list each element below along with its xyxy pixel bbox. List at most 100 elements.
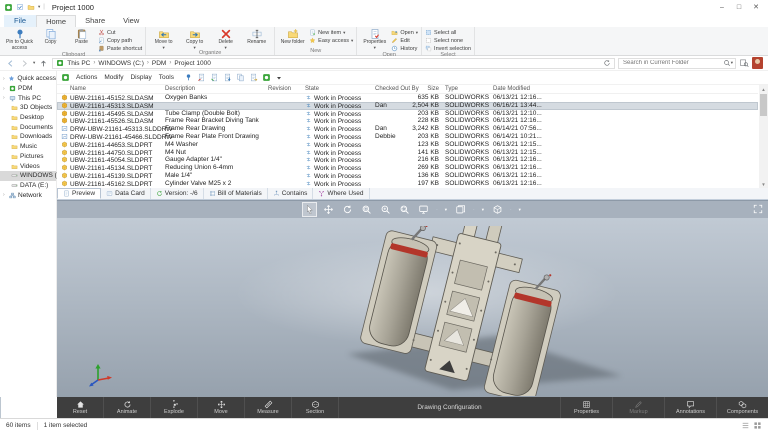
tab-home[interactable]: Home <box>36 15 77 27</box>
refresh-icon[interactable] <box>603 59 611 67</box>
pin-to-quick-access-button[interactable]: Pin to Quick access <box>5 28 34 51</box>
display-mode-tool-button[interactable] <box>417 203 430 216</box>
table-row[interactable]: UBW-21161-44750.SLDPRT M4 Nut Work in Proc… <box>57 149 758 157</box>
table-row[interactable]: UBW-21161-45313.SLDASM Work in Process Dan… <box>57 101 758 110</box>
tab-version-6[interactable]: Version: -/6 <box>151 188 204 199</box>
column-header-date-modified[interactable]: Date Modified <box>493 86 530 92</box>
rename-button[interactable]: Rename <box>242 28 271 46</box>
table-row[interactable]: UBW-21161-45139.SLDPRT Male 1/4" Work in P… <box>57 172 758 180</box>
thumbnail-view-icon[interactable] <box>753 421 762 430</box>
animate-button[interactable]: Animate <box>104 397 151 418</box>
appearance-tool-button[interactable] <box>454 203 467 216</box>
tool-caret-icon[interactable]: ▾ <box>518 207 522 213</box>
maximize-button[interactable]: □ <box>731 1 747 13</box>
search-icon[interactable] <box>723 59 731 67</box>
paste-button[interactable]: Paste <box>67 28 96 46</box>
close-button[interactable]: ✕ <box>748 1 764 13</box>
column-header-size[interactable]: Size <box>427 86 439 92</box>
table-row[interactable]: UBW-21161-45162.SLDPRT Cylinder Valve M25… <box>57 180 758 188</box>
pdm-overflow-caret-icon[interactable] <box>275 74 283 82</box>
sidebar-item-pdm[interactable]: › PDM <box>0 84 56 94</box>
select-tool-button[interactable] <box>302 202 318 217</box>
details-view-icon[interactable] <box>741 421 750 430</box>
pdm-menu-tools[interactable]: Tools <box>158 74 175 81</box>
table-row[interactable]: UBW-21161-45152.SLDASM Oxygen Banks Work i… <box>57 94 758 102</box>
sidebar-item-documents[interactable]: Documents <box>0 122 56 132</box>
doc-move-button[interactable] <box>249 73 258 82</box>
tool-caret-icon[interactable]: ▾ <box>481 207 485 213</box>
minimize-button[interactable]: – <box>714 1 730 13</box>
chevron-icon[interactable]: › <box>3 95 7 101</box>
pdm-menu-display[interactable]: Display <box>129 74 152 81</box>
column-header-description[interactable]: Description <box>165 86 195 92</box>
file-tab[interactable]: File <box>4 15 37 27</box>
table-row[interactable]: UBW-21161-45526.SLDASM Frame Rear Bracket… <box>57 117 758 125</box>
sidebar-item-quick-access[interactable]: › Quick access <box>0 74 56 84</box>
scroll-up-icon[interactable]: ▲ <box>759 85 768 93</box>
column-header-revision[interactable]: Revision <box>268 86 291 92</box>
up-icon[interactable] <box>38 58 49 69</box>
tab-preview[interactable]: Preview <box>57 188 102 199</box>
table-row[interactable]: DRW-UBW-21161-45313.SLDDRW Frame Rear Dra… <box>57 125 758 133</box>
search-options-icon[interactable] <box>739 58 749 68</box>
sidebar-item-3d-objects[interactable]: 3D Objects <box>0 103 56 113</box>
sidebar-item-pictures[interactable]: Pictures <box>0 152 56 162</box>
move-to-button[interactable]: Move to ▾ <box>149 28 178 50</box>
address-field[interactable]: This PC › WINDOWS (C:) › PDM › Project 1000 <box>52 57 615 69</box>
chevron-icon[interactable]: › <box>3 86 7 92</box>
section-button[interactable]: Section <box>292 397 339 418</box>
search-caret-icon[interactable]: ▾ <box>731 60 733 65</box>
table-row[interactable]: UBW-21161-44653.SLDPRT M4 Washer Work in P… <box>57 141 758 149</box>
table-row[interactable]: UBW-21161-45134.SLDPRT Reducing Union 6-4… <box>57 164 758 172</box>
scroll-down-icon[interactable]: ▼ <box>759 180 768 188</box>
new-item-button[interactable]: New item ▾ <box>309 29 353 36</box>
breadcrumb-item-this-pc[interactable]: This PC <box>67 60 90 67</box>
pdm-menu-modify[interactable]: Modify <box>103 74 124 81</box>
tab-share[interactable]: Share <box>76 15 114 27</box>
sidebar-item-windows-c[interactable]: WINDOWS (C:) <box>0 170 66 181</box>
table-row[interactable]: DRW-UBW-21161-45466.SLDDRW Frame Rear Pla… <box>57 133 758 141</box>
preview-viewport[interactable] <box>57 218 768 397</box>
fullscreen-icon[interactable] <box>753 204 763 214</box>
zoom-area-tool-button[interactable] <box>398 203 411 216</box>
table-row[interactable]: UBW-21161-45054.SLDPRT Gauge Adapter 1/4"… <box>57 156 758 164</box>
qat-customize-caret-icon[interactable]: ▾ <box>38 4 40 9</box>
breadcrumb-item-project-1000[interactable]: Project 1000 <box>174 60 211 67</box>
copy-to-button[interactable]: Copy to ▾ <box>180 28 209 50</box>
tab-bill-of-materials[interactable]: Bill of Materials <box>204 188 268 199</box>
copy-path-button[interactable]: Copy path <box>98 37 142 44</box>
qat-folder-icon[interactable] <box>27 3 35 11</box>
table-row[interactable]: UBW-21161-45495.SLDASM Tube Clamp (Double… <box>57 110 758 118</box>
easy-access-button[interactable]: Easy access ▾ <box>309 37 353 44</box>
cut-button[interactable]: Cut <box>98 29 142 36</box>
tab-view[interactable]: View <box>114 15 148 27</box>
get-latest-button[interactable] <box>223 73 232 82</box>
tool-caret-icon[interactable]: ▾ <box>444 207 448 213</box>
sidebar-item-data-e[interactable]: DATA (E:) <box>0 181 56 191</box>
scroll-thumb[interactable] <box>760 94 767 116</box>
properties-button[interactable]: Properties ▾ <box>360 28 389 50</box>
select-all-button[interactable]: Select all <box>425 29 471 36</box>
forward-icon[interactable] <box>19 58 30 69</box>
qat-properties-icon[interactable] <box>16 3 24 11</box>
doc-copy-button[interactable] <box>236 73 245 82</box>
column-header-state[interactable]: State <box>305 86 319 92</box>
history-button[interactable]: History <box>391 45 418 52</box>
column-header-type[interactable]: Type <box>445 86 458 92</box>
back-icon[interactable] <box>5 58 16 69</box>
new-folder-button[interactable]: New folder <box>278 28 307 46</box>
sidebar-item-desktop[interactable]: Desktop <box>0 113 56 123</box>
select-none-button[interactable]: Select none <box>425 37 471 44</box>
edit-button[interactable]: Edit <box>391 37 418 44</box>
breadcrumb-item-windows-c[interactable]: WINDOWS (C:) <box>98 60 144 67</box>
measure-button[interactable]: Measure <box>245 397 292 418</box>
open-button[interactable]: Open ▾ <box>391 29 418 36</box>
move-button[interactable]: Move <box>198 397 245 418</box>
invert-selection-button[interactable]: Invert selection <box>425 45 471 52</box>
sidebar-item-videos[interactable]: Videos <box>0 161 56 171</box>
tab-contains[interactable]: Contains <box>268 188 314 199</box>
chevron-icon[interactable]: › <box>3 76 6 82</box>
copy-button[interactable]: Copy <box>36 28 65 46</box>
properties-button[interactable]: Properties <box>560 397 612 418</box>
view-orientation-tool-button[interactable] <box>491 203 504 216</box>
